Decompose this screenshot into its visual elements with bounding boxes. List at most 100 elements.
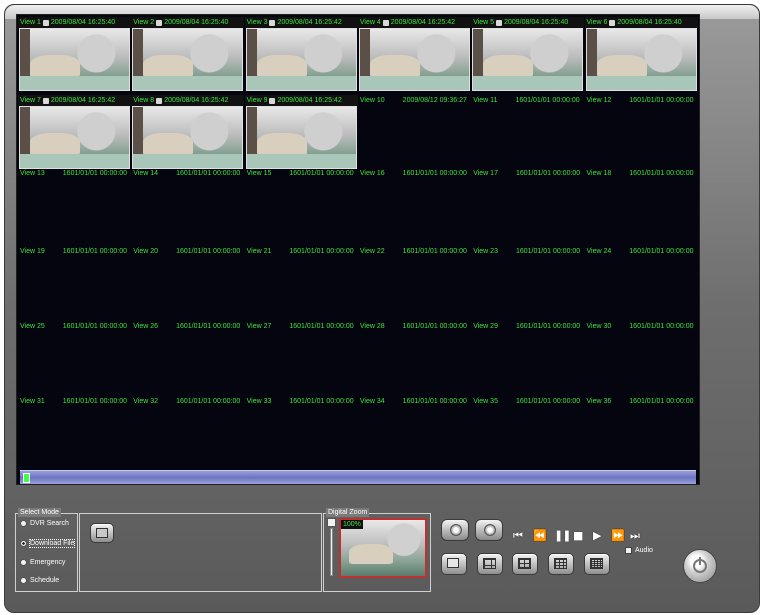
- view-label: View 29: [473, 323, 498, 330]
- zoom-preview[interactable]: 100%: [339, 518, 427, 578]
- view-cell[interactable]: View 24 1601/01/01 00:00:00: [585, 246, 698, 322]
- layout-36-button[interactable]: [584, 553, 610, 575]
- view-cell[interactable]: View 33 1601/01/01 00:00:00: [245, 396, 358, 472]
- audio-checkbox[interactable]: [625, 547, 632, 554]
- layout-16-button[interactable]: [548, 553, 574, 575]
- feed-detail: [246, 29, 257, 90]
- view-cell[interactable]: View 31 1601/01/01 00:00:00: [18, 396, 131, 472]
- timeline-handle[interactable]: [23, 473, 30, 483]
- rewind-button[interactable]: ⏪: [533, 529, 547, 542]
- view-header: View 34 1601/01/01 00:00:00: [358, 396, 471, 407]
- radio-button[interactable]: [20, 520, 27, 527]
- view-cell[interactable]: View 36 1601/01/01 00:00:00: [585, 396, 698, 472]
- timeline-slider[interactable]: [20, 470, 696, 484]
- zoom-slider-handle[interactable]: [327, 518, 336, 527]
- view-cell[interactable]: View 20 1601/01/01 00:00:00: [131, 246, 244, 322]
- layout-nine-icon: [518, 558, 531, 569]
- camera-feed[interactable]: [132, 106, 244, 169]
- view-cell[interactable]: View 30 1601/01/01 00:00:00: [585, 321, 698, 397]
- view-timestamp: 1601/01/01 00:00:00: [402, 323, 467, 330]
- fast-forward-button[interactable]: ⏩: [611, 529, 625, 542]
- radio-schedule[interactable]: Schedule: [20, 577, 59, 584]
- prev-segment-button[interactable]: ⏮: [513, 529, 523, 543]
- view-label: View 35: [473, 398, 498, 405]
- radio-button[interactable]: [20, 559, 27, 566]
- radio-dvr-search[interactable]: DVR Search: [20, 520, 69, 527]
- view-cell[interactable]: View 29 1601/01/01 00:00:00: [471, 321, 584, 397]
- radio-download-file[interactable]: Download File: [20, 539, 76, 548]
- view-header: View 3 2009/08/04 16:25:42: [244, 17, 358, 28]
- next-segment-button[interactable]: ⏭: [630, 529, 640, 543]
- layout-1-button[interactable]: [441, 553, 467, 575]
- camera-feed[interactable]: [245, 28, 357, 91]
- view-cell[interactable]: View 22 1601/01/01 00:00:00: [358, 246, 471, 322]
- camera-feed[interactable]: [132, 28, 244, 91]
- radio-emergency[interactable]: Emergency: [20, 559, 65, 566]
- pause-button[interactable]: ❚❚: [554, 529, 571, 542]
- view-cell[interactable]: View 15 1601/01/01 00:00:00: [245, 168, 358, 244]
- layout-4-button[interactable]: [477, 553, 503, 575]
- view-header: View 18 1601/01/01 00:00:00: [585, 168, 698, 179]
- view-cell[interactable]: View 28 1601/01/01 00:00:00: [358, 321, 471, 397]
- view-label: View 26: [133, 323, 159, 330]
- view-cell[interactable]: View 23 1601/01/01 00:00:00: [471, 246, 584, 322]
- camera-icon: [496, 19, 503, 26]
- view-header: View 26 1601/01/01 00:00:00: [131, 321, 244, 332]
- view-header: View 8 2009/08/04 16:25:42: [131, 95, 245, 106]
- camera-feed[interactable]: [585, 28, 697, 91]
- step-forward-button[interactable]: ▶: [593, 529, 602, 542]
- zoom-slider-track[interactable]: [330, 528, 333, 576]
- snapshot-button[interactable]: [441, 519, 469, 541]
- camera-feed[interactable]: [19, 106, 130, 169]
- camera-feed[interactable]: [245, 106, 357, 169]
- view-label: View 10: [359, 97, 385, 104]
- view-cell[interactable]: View 27 1601/01/01 00:00:00: [245, 321, 358, 397]
- view-cell[interactable]: View 5 2009/08/04 16:25:40: [471, 17, 585, 93]
- view-cell[interactable]: View 19 1601/01/01 00:00:00: [18, 246, 131, 322]
- camera-icon: [42, 19, 49, 26]
- view-cell[interactable]: View 8 2009/08/04 16:25:42: [131, 95, 245, 171]
- view-timestamp: 2009/08/04 16:25:40: [504, 19, 569, 26]
- view-cell[interactable]: View 16 1601/01/01 00:00:00: [358, 168, 471, 244]
- view-cell[interactable]: View 3 2009/08/04 16:25:42: [244, 17, 358, 93]
- camera-feed[interactable]: [19, 28, 130, 91]
- view-cell[interactable]: View 1 2009/08/04 16:25:40: [18, 17, 131, 93]
- view-cell[interactable]: View 18 1601/01/01 00:00:00: [585, 168, 698, 244]
- view-label: View 15: [246, 170, 272, 177]
- view-cell[interactable]: View 17 1601/01/01 00:00:00: [471, 168, 584, 244]
- radio-label: Schedule: [30, 577, 60, 584]
- camera-feed[interactable]: [358, 28, 470, 91]
- radio-label: Emergency: [30, 559, 66, 566]
- power-button[interactable]: [683, 549, 717, 583]
- view-cell[interactable]: View 4 2009/08/04 16:25:42: [357, 17, 471, 93]
- view-cell[interactable]: View 6 2009/08/04 16:25:40: [584, 17, 698, 93]
- view-cell[interactable]: View 13 1601/01/01 00:00:00: [18, 168, 131, 244]
- folder-icon: [96, 528, 108, 538]
- view-cell[interactable]: View 10 2009/08/12 09:36:27: [358, 95, 471, 171]
- feed-detail: [246, 107, 257, 168]
- view-timestamp: 1601/01/01 00:00:00: [515, 170, 581, 177]
- view-cell[interactable]: View 34 1601/01/01 00:00:00: [358, 396, 471, 472]
- view-header: View 15 1601/01/01 00:00:00: [245, 168, 358, 179]
- view-cell[interactable]: View 11 1601/01/01 00:00:00: [471, 95, 584, 171]
- view-header: View 22 1601/01/01 00:00:00: [358, 246, 471, 257]
- layout-9-button[interactable]: [512, 553, 538, 575]
- camera-feed[interactable]: [472, 28, 584, 91]
- view-cell[interactable]: View 14 1601/01/01 00:00:00: [131, 168, 244, 244]
- view-cell[interactable]: View 35 1601/01/01 00:00:00: [471, 396, 584, 472]
- view-cell[interactable]: View 25 1601/01/01 00:00:00: [18, 321, 131, 397]
- radio-button[interactable]: [20, 540, 27, 547]
- audio-toggle[interactable]: Audio: [625, 547, 653, 554]
- view-cell[interactable]: View 7 2009/08/04 16:25:42: [18, 95, 131, 171]
- view-cell[interactable]: View 2 2009/08/04 16:25:40: [131, 17, 245, 93]
- view-cell[interactable]: View 26 1601/01/01 00:00:00: [131, 321, 244, 397]
- record-button[interactable]: [475, 519, 503, 541]
- view-cell[interactable]: View 9 2009/08/04 16:25:42: [244, 95, 358, 171]
- view-cell[interactable]: View 12 1601/01/01 00:00:00: [585, 95, 698, 171]
- open-folder-button[interactable]: [90, 523, 114, 543]
- stop-button[interactable]: ■: [573, 529, 584, 542]
- view-cell[interactable]: View 21 1601/01/01 00:00:00: [245, 246, 358, 322]
- view-cell[interactable]: View 32 1601/01/01 00:00:00: [131, 396, 244, 472]
- radio-button[interactable]: [20, 577, 27, 584]
- view-header: View 33 1601/01/01 00:00:00: [245, 396, 358, 407]
